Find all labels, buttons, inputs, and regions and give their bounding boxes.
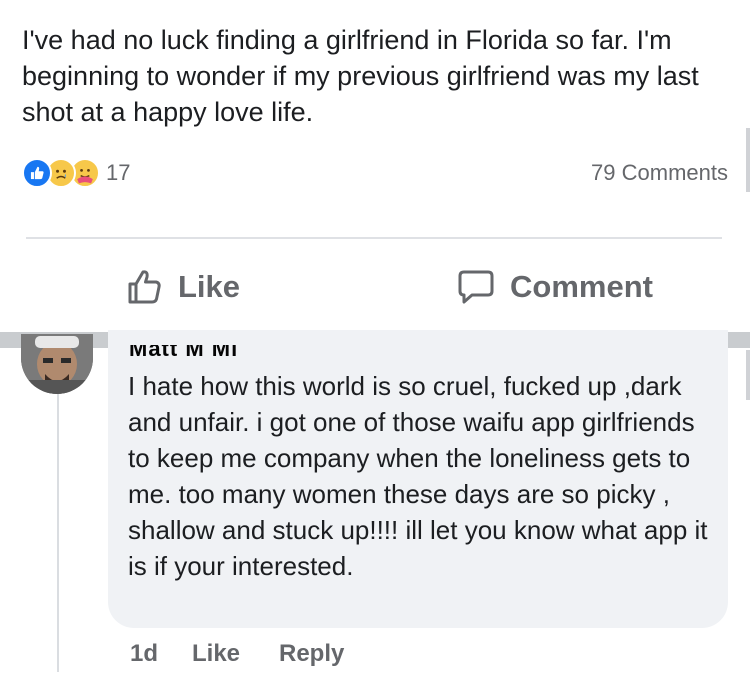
comment-button[interactable]: Comment (456, 262, 653, 312)
thumbs-up-icon (124, 267, 164, 307)
divider (26, 237, 722, 239)
like-button[interactable]: Like (124, 262, 240, 312)
comment-button-label: Comment (510, 269, 653, 304)
avatar[interactable] (21, 334, 93, 394)
speech-bubble-icon (456, 267, 496, 307)
reactions-row: 17 79 Comments (22, 156, 728, 192)
thread-line (57, 392, 59, 672)
comment-reply-link[interactable]: Reply (279, 640, 344, 668)
comment-time[interactable]: 1d (130, 640, 158, 668)
comment-like-link[interactable]: Like (192, 640, 240, 668)
like-icon (22, 158, 52, 188)
reaction-count[interactable]: 17 (106, 160, 130, 186)
comments-count[interactable]: 79 Comments (591, 160, 728, 186)
comment-text: I hate how this world is so cruel, fucke… (128, 371, 708, 581)
like-button-label: Like (178, 269, 241, 304)
scrollbar-edge (746, 350, 750, 400)
scrollbar-edge (746, 128, 750, 192)
post-text: I've had no luck finding a girlfriend in… (22, 25, 699, 127)
